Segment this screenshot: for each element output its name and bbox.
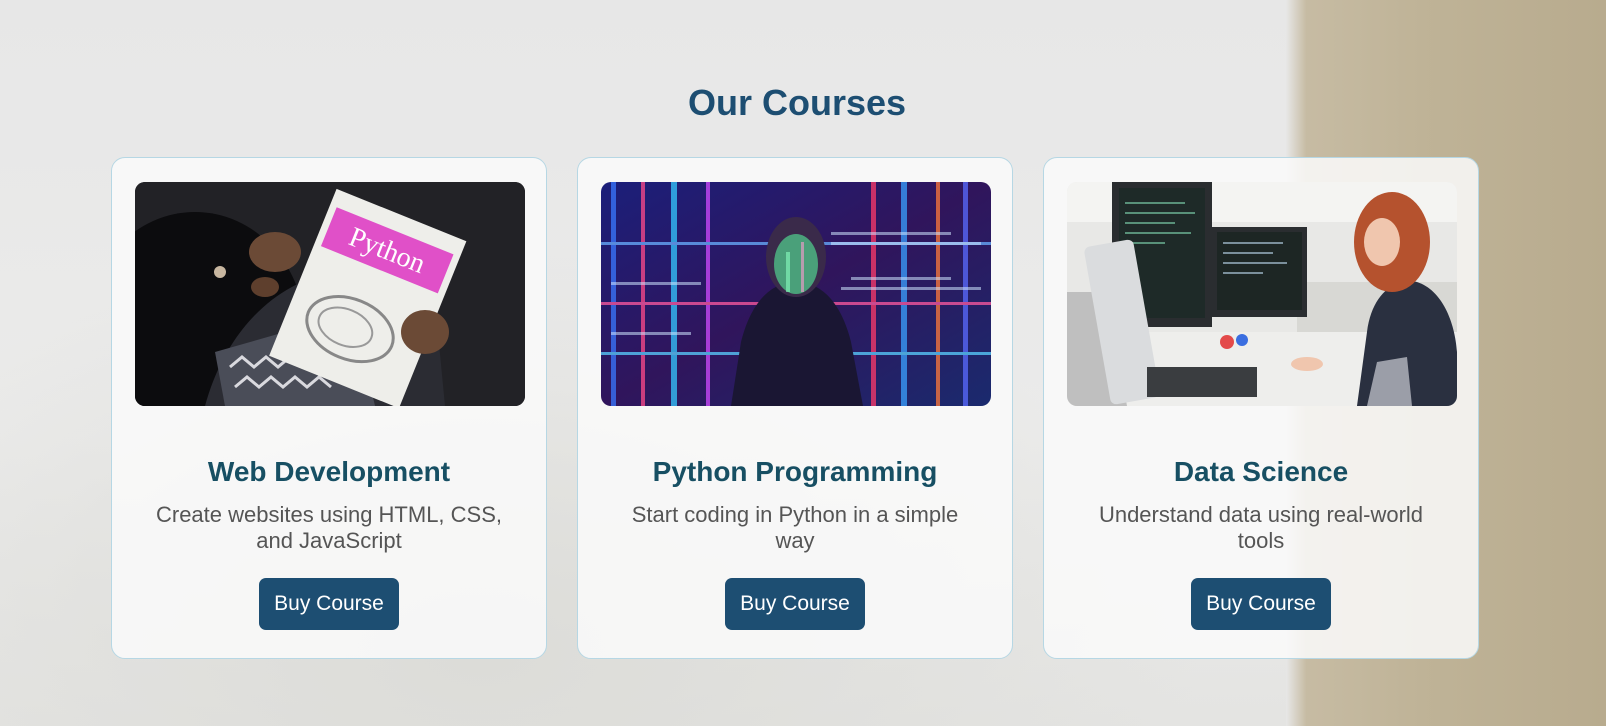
- course-image-web-development: Python: [135, 182, 525, 406]
- buy-course-button[interactable]: Buy Course: [1191, 578, 1331, 630]
- course-title: Data Science: [1173, 456, 1349, 487]
- course-card-data-science: Data Science Understand data using real-…: [1043, 157, 1479, 659]
- course-card-python-programming: Python Programming Start coding in Pytho…: [577, 157, 1013, 659]
- section-title: Our Courses: [687, 82, 907, 123]
- course-image-data-science: [1067, 182, 1457, 406]
- courses-page: Our Courses Python Web Development Creat…: [0, 0, 1606, 726]
- course-image-python-programming: [601, 182, 991, 406]
- buy-course-button[interactable]: Buy Course: [259, 578, 399, 630]
- course-cards: Python Web Development Create websites u…: [111, 157, 1479, 659]
- buy-course-button[interactable]: Buy Course: [725, 578, 865, 630]
- course-title: Web Development: [207, 456, 451, 487]
- course-title: Python Programming: [652, 456, 938, 487]
- course-description: Create websites using HTML, CSS, and Jav…: [155, 502, 503, 553]
- course-card-web-development: Python Web Development Create websites u…: [111, 157, 547, 659]
- course-description: Start coding in Python in a simple way: [631, 502, 959, 553]
- course-description: Understand data using real-world tools: [1098, 502, 1424, 553]
